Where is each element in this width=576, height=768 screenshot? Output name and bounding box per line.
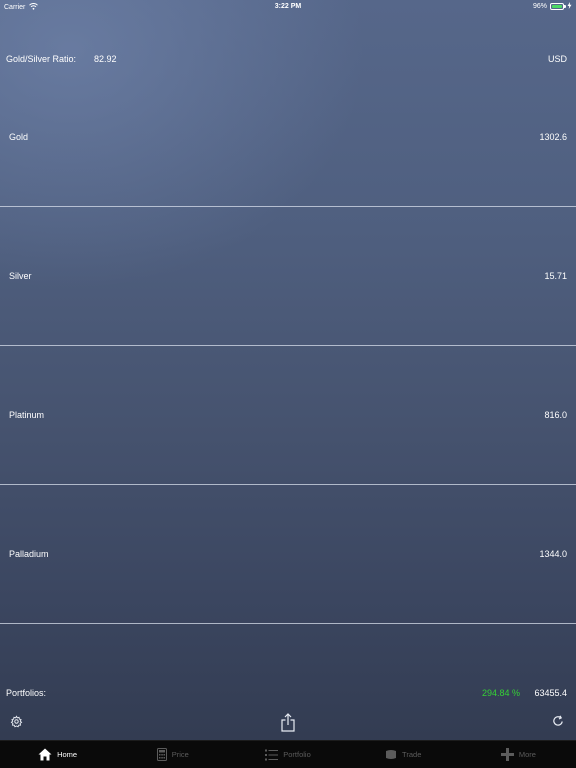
refresh-button[interactable] — [550, 715, 566, 731]
metal-name: Palladium — [9, 549, 49, 559]
metal-price: 1344.0 — [539, 549, 567, 559]
ratio-label: Gold/Silver Ratio: — [6, 54, 77, 64]
portfolio-value: 63455.4 — [534, 688, 567, 698]
list-icon — [265, 749, 279, 761]
settings-button[interactable] — [8, 715, 24, 733]
share-button[interactable] — [279, 713, 297, 737]
metal-row-palladium[interactable]: Palladium 1344.0 — [0, 485, 576, 624]
tab-portfolio[interactable]: Portfolio — [230, 741, 345, 768]
calculator-icon — [156, 748, 167, 761]
status-right: 96% — [533, 2, 572, 11]
tab-label: Price — [171, 750, 189, 759]
metal-name: Platinum — [9, 410, 45, 420]
status-bar: Carrier 3:22 PM 96% — [0, 0, 576, 14]
tab-price[interactable]: Price — [115, 741, 230, 768]
bottom-toolbar — [0, 712, 576, 740]
charging-icon — [567, 2, 572, 11]
tab-label: Portfolio — [283, 750, 311, 759]
tab-more[interactable]: More — [461, 741, 576, 768]
status-time: 3:22 PM — [274, 3, 302, 10]
ratio-value: 82.92 — [94, 54, 117, 64]
trade-icon — [385, 749, 397, 760]
battery-level — [552, 5, 562, 8]
tab-label: Home — [57, 750, 78, 759]
metal-name: Silver — [9, 271, 32, 281]
tab-label: More — [518, 750, 536, 759]
tab-trade[interactable]: Trade — [346, 741, 461, 768]
home-icon — [38, 748, 52, 761]
tab-label: Trade — [402, 750, 422, 759]
battery-icon — [550, 3, 566, 10]
metal-price: 1302.6 — [539, 132, 567, 142]
metal-row-gold[interactable]: Gold 1302.6 — [0, 68, 576, 207]
battery-percent: 96% — [532, 3, 547, 10]
metal-row-platinum[interactable]: Platinum 816.0 — [0, 346, 576, 485]
tab-home[interactable]: Home — [0, 741, 115, 768]
tab-bar: Home Price Portfolio Trade More — [0, 740, 576, 768]
metal-name: Gold — [9, 132, 29, 142]
currency-label[interactable]: USD — [548, 54, 567, 64]
ratio-row: Gold/Silver Ratio: 82.92 USD — [0, 52, 576, 66]
metal-price: 816.0 — [544, 410, 567, 420]
battery-tip — [564, 5, 566, 8]
refresh-icon — [552, 714, 564, 732]
gear-icon — [10, 715, 23, 733]
portfolio-row[interactable]: Portfolios: 294.84 % 63455.4 — [0, 686, 576, 700]
metal-price: 15.71 — [544, 271, 567, 281]
plus-icon — [500, 748, 514, 761]
metal-row-silver[interactable]: Silver 15.71 — [0, 207, 576, 346]
share-icon — [281, 713, 295, 737]
portfolio-change: 294.84 % — [481, 688, 520, 698]
portfolio-label: Portfolios: — [6, 688, 47, 698]
